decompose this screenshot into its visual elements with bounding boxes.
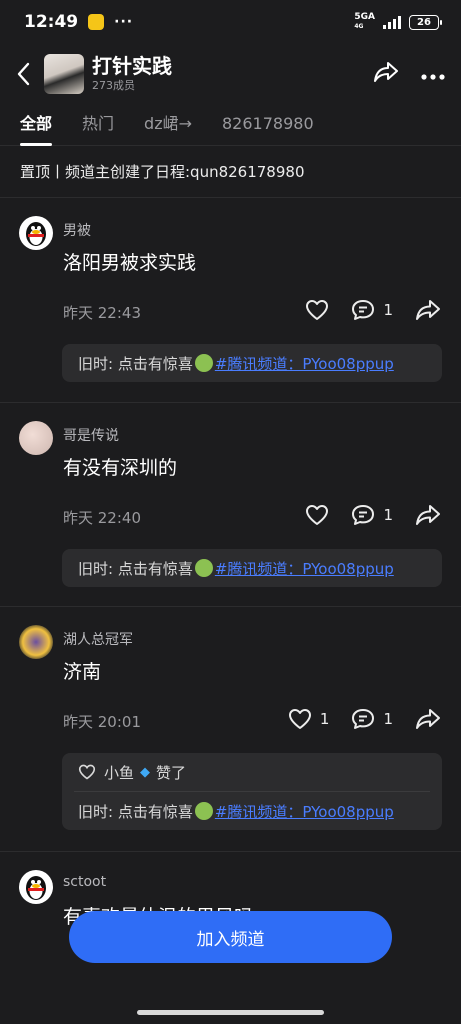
comment-count: 1 [383,710,393,728]
heart-icon [306,300,329,320]
network-indicator: 5GA 4G [354,12,375,31]
post-item[interactable]: 哥是传说 有没有深圳的 昨天 22:40 1 旧时: 点击有惊喜 #腾讯频道：P… [0,403,461,607]
fish-emoji-icon: ◆ [140,764,151,780]
forward-icon [416,505,440,525]
frog-emoji-icon [194,802,213,820]
channel-name: 打针实践 [92,54,172,78]
like-button[interactable] [305,299,329,321]
channel-info[interactable]: 打针实践 273成员 [92,54,172,94]
post-actions: 1 [283,296,441,324]
back-icon[interactable] [16,61,36,87]
like-button[interactable]: 1 [288,708,330,730]
tab-hot[interactable]: 热门 [82,104,114,146]
comment-icon [352,709,375,729]
post-time: 昨天 20:01 [63,713,141,731]
status-more-dots: ··· [114,14,134,30]
channel-link[interactable]: #腾讯频道：PYoo08ppup [215,558,394,579]
heart-icon [306,505,329,525]
comment-count: 1 [383,506,393,524]
post-content: 洛阳男被求实践 [63,252,197,274]
forward-button[interactable] [415,708,441,730]
post-item[interactable]: 男被 洛阳男被求实践 昨天 22:43 1 旧时: 点击有惊喜 #腾讯频道：PY… [0,198,461,403]
comment-button[interactable]: 1 [351,299,393,321]
frog-emoji-icon [194,354,213,372]
channel-header: 打针实践 273成员 [0,44,461,104]
signal-icon [383,15,401,29]
post-content: 有没有深圳的 [63,457,178,479]
channel-avatar[interactable] [44,54,84,94]
battery-icon: 26 [409,14,442,30]
card-prefix: 旧时: 点击有惊喜 [78,354,193,373]
comment-button[interactable]: 1 [351,708,393,730]
avatar[interactable] [19,216,53,250]
like-count: 1 [319,710,330,728]
channel-link[interactable]: #腾讯频道：PYoo08ppup [215,801,394,822]
home-indicator[interactable] [137,1010,324,1015]
comment-icon [352,300,375,320]
qq-penguin-icon [26,222,46,246]
more-icon[interactable] [421,65,445,84]
comment-icon [352,505,375,525]
liked-by-name: 小鱼 [104,763,135,782]
card-prefix: 旧时: 点击有惊喜 [78,802,193,821]
status-time: 12:49 [24,12,79,32]
liked-by-line[interactable]: 小鱼 ◆ 赞了 [62,753,442,791]
post-content: 济南 [63,661,102,683]
comment-count: 1 [383,301,393,319]
post-author[interactable]: 哥是传说 [63,425,119,445]
heart-icon [288,709,311,729]
avatar[interactable] [19,870,53,904]
avatar[interactable] [19,625,53,659]
post-attachment-card[interactable]: 旧时: 点击有惊喜 #腾讯频道：PYoo08ppup [62,549,442,587]
post-time: 昨天 22:43 [63,304,141,322]
status-right: 5GA 4G 26 [354,12,442,31]
tab-number[interactable]: 826178980 [222,104,314,146]
tab-all[interactable]: 全部 [20,104,53,146]
channel-link[interactable]: #腾讯频道：PYoo08ppup [215,353,394,374]
post-actions: 1 [283,501,441,529]
comment-button[interactable]: 1 [351,504,393,526]
avatar[interactable] [19,421,53,455]
post-attachment-card[interactable]: 小鱼 ◆ 赞了 旧时: 点击有惊喜 #腾讯频道：PYoo08ppup [62,753,442,830]
post-author[interactable]: 湖人总冠军 [63,629,133,649]
forward-icon [416,300,440,320]
channel-tabs: 全部 热门 dz峮→ 826178980 [0,104,461,146]
tab-dz[interactable]: dz峮→ [144,104,192,146]
liked-by-action: 赞了 [156,763,187,782]
heart-icon [78,764,96,780]
pinned-text: 置顶丨频道主创建了日程:qun826178980 [20,163,305,181]
card-line: 旧时: 点击有惊喜 #腾讯频道：PYoo08ppup [62,549,442,587]
like-button[interactable] [305,504,329,526]
status-bar: 12:49 ··· 5GA 4G 26 [0,0,461,44]
member-count: 273成员 [92,79,135,92]
post-item[interactable]: 湖人总冠军 济南 昨天 20:01 1 1 小鱼 ◆ 赞了 旧时: 点击有惊喜 … [0,607,461,852]
card-line: 旧时: 点击有惊喜 #腾讯频道：PYoo08ppup [62,344,442,382]
post-author[interactable]: sctoot [63,874,106,890]
post-actions: 1 1 [266,705,441,733]
share-icon[interactable] [373,60,399,88]
qq-penguin-icon [26,876,46,900]
card-line: 旧时: 点击有惊喜 #腾讯频道：PYoo08ppup [62,792,442,830]
post-author[interactable]: 男被 [63,220,91,240]
card-prefix: 旧时: 点击有惊喜 [78,559,193,578]
header-actions [373,60,445,88]
forward-button[interactable] [415,299,441,321]
frog-emoji-icon [194,559,213,577]
forward-button[interactable] [415,504,441,526]
forward-icon [416,709,440,729]
join-channel-button[interactable]: 加入频道 [69,911,392,963]
pinned-notice[interactable]: 置顶丨频道主创建了日程:qun826178980 [0,146,461,198]
post-time: 昨天 22:40 [63,509,141,527]
notes-app-icon [88,14,105,30]
post-attachment-card[interactable]: 旧时: 点击有惊喜 #腾讯频道：PYoo08ppup [62,344,442,382]
